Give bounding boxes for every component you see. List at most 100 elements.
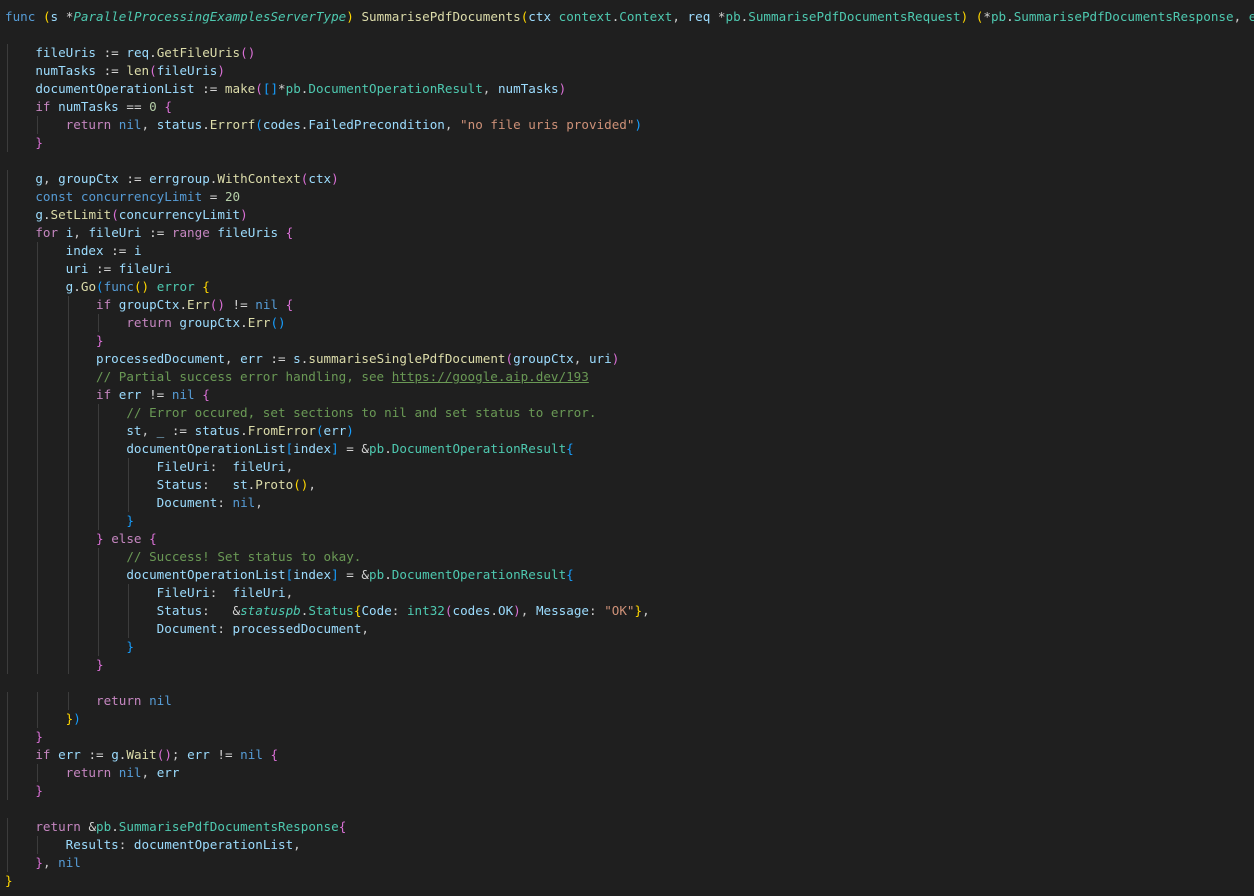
code-line[interactable]: } <box>5 134 1254 152</box>
code-line[interactable]: g.SetLimit(concurrencyLimit) <box>5 206 1254 224</box>
code-line[interactable]: }) <box>5 710 1254 728</box>
indent-guide <box>67 440 69 458</box>
code-token: groupCtx <box>513 351 574 366</box>
indent-guide <box>7 494 8 512</box>
code-line[interactable]: if err := g.Wait(); err != nil { <box>5 746 1254 764</box>
indent-guide <box>67 584 69 602</box>
code-token: st <box>126 423 142 438</box>
code-token: ctx <box>308 171 332 186</box>
code-line[interactable]: } <box>5 782 1254 800</box>
code-line[interactable]: Document: processedDocument, <box>5 620 1254 638</box>
code-editor[interactable]: func (s *ParallelProcessingExamplesServe… <box>0 0 1254 896</box>
indent-guide <box>7 692 8 710</box>
code-token: . <box>384 441 392 456</box>
code-token: Err <box>247 315 271 330</box>
code-token: . <box>42 207 51 222</box>
code-token: fileUri <box>232 459 286 474</box>
code-token: i <box>133 243 142 258</box>
code-line[interactable] <box>5 674 1254 692</box>
code-token: ( <box>111 207 119 222</box>
code-line[interactable]: }, nil <box>5 854 1254 872</box>
indent-guide <box>7 584 8 602</box>
code-line[interactable]: return nil <box>5 692 1254 710</box>
code-line[interactable]: } <box>5 728 1254 746</box>
code-token: 20 <box>224 189 241 204</box>
code-line[interactable]: g.Go(func() error { <box>5 278 1254 296</box>
code-line[interactable]: } <box>5 656 1254 674</box>
code-line[interactable]: Status: st.Proto(), <box>5 476 1254 494</box>
code-line[interactable]: FileUri: fileUri, <box>5 458 1254 476</box>
indent-guide <box>37 296 39 314</box>
code-line[interactable] <box>5 800 1254 818</box>
code-line[interactable]: documentOperationList := make([]*pb.Docu… <box>5 80 1254 98</box>
indent-guide <box>7 368 8 386</box>
code-line[interactable]: Results: documentOperationList, <box>5 836 1254 854</box>
indent-guide <box>7 746 8 764</box>
code-token: { <box>285 225 294 240</box>
code-token[interactable]: https://google.aip.dev/193 <box>392 369 589 384</box>
code-token: numTasks <box>497 81 559 96</box>
code-token: } <box>35 729 43 744</box>
code-token: pb <box>990 9 1007 24</box>
code-line[interactable]: g, groupCtx := errgroup.WithContext(ctx) <box>5 170 1254 188</box>
code-token: & <box>361 441 370 456</box>
code-line[interactable]: uri := fileUri <box>5 260 1254 278</box>
code-line[interactable]: index := i <box>5 242 1254 260</box>
code-token: documentOperationList <box>133 837 294 852</box>
code-line[interactable]: return groupCtx.Err() <box>5 314 1254 332</box>
code-line[interactable]: if err != nil { <box>5 386 1254 404</box>
code-token: ) <box>346 9 362 24</box>
code-line[interactable]: fileUris := req.GetFileUris() <box>5 44 1254 62</box>
code-line[interactable] <box>5 26 1254 44</box>
code-token: req <box>126 45 150 60</box>
code-token: , <box>361 621 369 636</box>
code-line[interactable]: // Partial success error handling, see h… <box>5 368 1254 386</box>
code-token: Wait <box>126 747 157 762</box>
code-line[interactable]: } <box>5 512 1254 530</box>
code-line[interactable]: st, _ := status.FromError(err) <box>5 422 1254 440</box>
indent-guide <box>37 602 39 620</box>
code-token: } <box>96 657 104 672</box>
code-line[interactable]: processedDocument, err := s.summariseSin… <box>5 350 1254 368</box>
indent-guide <box>7 278 8 296</box>
indent-guide <box>7 728 8 746</box>
code-token: { <box>202 279 210 294</box>
code-token: "OK" <box>604 603 635 618</box>
code-line[interactable]: if groupCtx.Err() != nil { <box>5 296 1254 314</box>
code-line[interactable]: const concurrencyLimit = 20 <box>5 188 1254 206</box>
code-line[interactable]: } <box>5 332 1254 350</box>
code-line[interactable]: return &pb.SummarisePdfDocumentsResponse… <box>5 818 1254 836</box>
code-line[interactable] <box>5 152 1254 170</box>
code-line[interactable]: } else { <box>5 530 1254 548</box>
code-line[interactable]: Status: &statuspb.Status{Code: int32(cod… <box>5 602 1254 620</box>
code-line[interactable]: } <box>5 872 1254 890</box>
code-line[interactable]: numTasks := len(fileUris) <box>5 62 1254 80</box>
code-line[interactable]: if numTasks == 0 { <box>5 98 1254 116</box>
code-line[interactable]: return nil, status.Errorf(codes.FailedPr… <box>5 116 1254 134</box>
code-line[interactable]: documentOperationList[index] = &pb.Docum… <box>5 440 1254 458</box>
code-line[interactable]: Document: nil, <box>5 494 1254 512</box>
code-line[interactable]: } <box>5 638 1254 656</box>
code-token: . <box>111 819 119 834</box>
code-line[interactable]: func (s * ParallelProcessingExamplesServe… <box>5 8 1254 26</box>
code-line[interactable]: return nil, err <box>5 764 1254 782</box>
code-token: st <box>232 477 248 492</box>
code-token: : <box>209 585 233 600</box>
code-line[interactable]: // Error occured, set sections to nil an… <box>5 404 1254 422</box>
code-token: status <box>156 117 203 132</box>
code-line[interactable]: for i, fileUri := range fileUris { <box>5 224 1254 242</box>
code-token: != <box>224 297 256 312</box>
code-token: } <box>634 603 643 618</box>
code-line[interactable]: // Success! Set status to okay. <box>5 548 1254 566</box>
code-line[interactable]: FileUri: fileUri, <box>5 584 1254 602</box>
code-line[interactable]: documentOperationList[index] = &pb.Docum… <box>5 566 1254 584</box>
code-token: err <box>156 765 180 780</box>
